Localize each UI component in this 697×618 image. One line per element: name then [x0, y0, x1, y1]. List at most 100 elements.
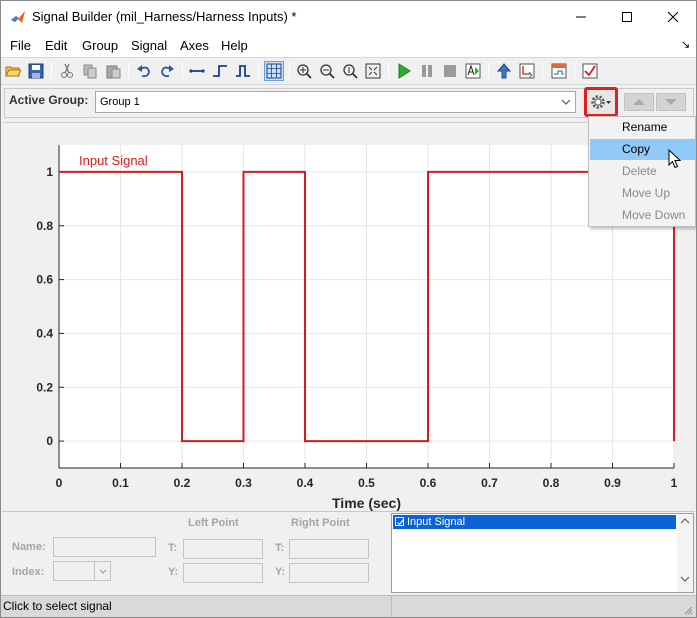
close-button[interactable]: [650, 1, 696, 33]
x-tick-label: 0: [56, 476, 63, 490]
minimize-button[interactable]: [558, 1, 604, 33]
signal-name-field[interactable]: [53, 537, 156, 557]
group-context-menu: Rename Copy Delete Move Up Move Down: [588, 116, 696, 227]
signal-list-item-label: Input Signal: [407, 516, 466, 528]
right-y-label: Y:: [275, 566, 286, 578]
signal-checkbox[interactable]: [395, 517, 404, 526]
active-group-select[interactable]: Group 1: [95, 91, 576, 113]
chevron-down-icon: [561, 99, 571, 105]
signal-list: Input Signal: [391, 513, 694, 593]
undock-icon[interactable]: ↘: [681, 38, 690, 51]
play-icon[interactable]: [394, 61, 414, 81]
menu-item-move-up[interactable]: Move Up: [590, 183, 696, 204]
paste-icon[interactable]: [103, 61, 123, 81]
fit-view-icon[interactable]: [363, 61, 383, 81]
left-y-label: Y:: [168, 566, 179, 578]
right-t-label: T:: [275, 542, 285, 554]
close-icon: [667, 11, 679, 23]
y-tick-label: 0: [46, 434, 53, 448]
right-point-y-field[interactable]: [289, 563, 369, 583]
menu-edit[interactable]: Edit: [45, 38, 67, 53]
scroll-down-icon[interactable]: [680, 576, 690, 582]
status-bar: Click to select signal: [1, 595, 696, 617]
grid-icon[interactable]: [264, 61, 284, 81]
left-t-label: T:: [168, 542, 178, 554]
window-title: Signal Builder (mil_Harness/Harness Inpu…: [32, 9, 297, 24]
menu-axes[interactable]: Axes: [180, 38, 209, 53]
mouse-pointer-icon: [668, 149, 682, 169]
y-tick-label: 0.2: [36, 380, 53, 394]
x-tick-label: 1: [671, 476, 678, 490]
x-tick-label: 0.1: [112, 476, 129, 490]
verify-icon[interactable]: [580, 61, 600, 81]
zoom-xy-icon[interactable]: [294, 61, 314, 81]
redo-icon[interactable]: [157, 61, 177, 81]
x-tick-label: 0.8: [543, 476, 560, 490]
menu-item-move-down[interactable]: Move Down: [590, 205, 696, 226]
zoom-x-icon[interactable]: [317, 61, 337, 81]
import-icon[interactable]: [517, 61, 537, 81]
x-tick-label: 0.9: [604, 476, 621, 490]
run-all-icon[interactable]: [463, 61, 483, 81]
active-group-label: Active Group:: [9, 93, 89, 107]
undo-icon[interactable]: [134, 61, 154, 81]
x-tick-label: 0.6: [420, 476, 437, 490]
x-tick-label: 0.2: [174, 476, 191, 490]
send-to-workspace-icon[interactable]: [494, 61, 514, 81]
save-icon[interactable]: [26, 61, 46, 81]
menu-group[interactable]: Group: [82, 38, 118, 53]
toolbar: [1, 57, 696, 85]
open-icon[interactable]: [3, 61, 23, 81]
x-axis-label: Time (sec): [332, 495, 401, 511]
left-point-label: Left Point: [188, 517, 239, 529]
right-point-label: Right Point: [291, 517, 350, 529]
index-label: Index:: [12, 566, 45, 578]
right-point-t-field[interactable]: [289, 539, 369, 559]
signal-name-label[interactable]: Input Signal: [79, 153, 148, 168]
signal-index-select[interactable]: [53, 561, 111, 581]
gear-icon: [591, 95, 611, 109]
move-down-icon: [665, 99, 677, 105]
copy-icon[interactable]: [80, 61, 100, 81]
y-tick-label: 1: [46, 165, 53, 179]
title-bar: Signal Builder (mil_Harness/Harness Inpu…: [1, 1, 696, 33]
matlab-app-icon: [11, 11, 25, 23]
menu-bar: File Edit Group Signal Axes Help ↘: [1, 33, 696, 57]
group-move-up-button[interactable]: [624, 93, 654, 111]
move-up-icon: [633, 99, 645, 105]
signal-list-scrollbar[interactable]: [677, 514, 693, 592]
checkmark-icon: [397, 519, 404, 526]
menu-signal[interactable]: Signal: [131, 38, 167, 53]
insert-step-icon[interactable]: [210, 61, 230, 81]
zoom-in-icon[interactable]: [340, 61, 360, 81]
left-point-y-field[interactable]: [183, 563, 263, 583]
gear-dropdown-button[interactable]: [584, 87, 618, 117]
signal-list-item[interactable]: Input Signal: [393, 515, 676, 529]
maximize-button[interactable]: [604, 1, 650, 33]
menu-item-rename[interactable]: Rename: [590, 117, 696, 138]
y-tick-label: 0.6: [36, 273, 53, 287]
minimize-icon: [576, 16, 586, 18]
left-point-t-field[interactable]: [183, 539, 263, 559]
scroll-up-icon[interactable]: [680, 518, 690, 524]
cut-icon[interactable]: [57, 61, 77, 81]
menu-help[interactable]: Help: [221, 38, 248, 53]
x-tick-label: 0.4: [297, 476, 314, 490]
insert-pulse-icon[interactable]: [233, 61, 253, 81]
y-tick-label: 0.8: [36, 219, 53, 233]
status-text: Click to select signal: [3, 599, 112, 613]
resize-grip-icon[interactable]: [683, 605, 693, 615]
name-label: Name:: [12, 541, 46, 553]
y-tick-label: 0.4: [36, 326, 53, 340]
x-tick-label: 0.3: [235, 476, 252, 490]
x-tick-label: 0.7: [481, 476, 498, 490]
x-tick-label: 0.5: [358, 476, 375, 490]
menu-file[interactable]: File: [10, 38, 31, 53]
pause-icon[interactable]: [417, 61, 437, 81]
open-report-icon[interactable]: [549, 61, 569, 81]
active-group-value: Group 1: [100, 96, 140, 108]
stop-icon[interactable]: [440, 61, 460, 81]
group-move-down-button[interactable]: [656, 93, 686, 111]
signal-builder-window: Signal Builder (mil_Harness/Harness Inpu…: [0, 0, 697, 618]
insert-line-icon[interactable]: [187, 61, 207, 81]
